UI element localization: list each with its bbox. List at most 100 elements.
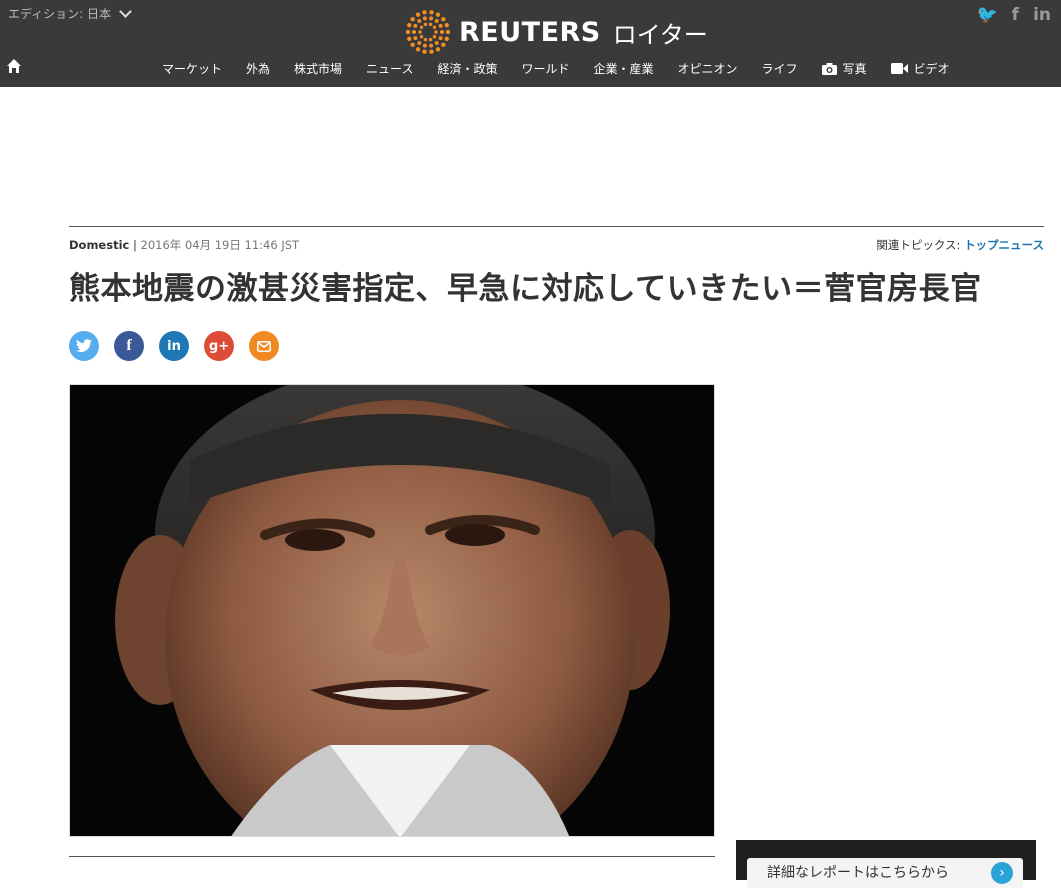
logo-dot [441, 16, 446, 22]
logo-dot [423, 22, 428, 27]
logo-dot [429, 49, 434, 54]
nav-label: ライフ [761, 62, 798, 76]
nav-item-world[interactable]: ワールド [509, 60, 581, 77]
category-link[interactable]: Domestic [69, 238, 129, 252]
share-linkedin-button[interactable]: in [159, 331, 189, 361]
logo-dot [415, 47, 421, 52]
reuters-logo[interactable]: REUTERS ロイター [405, 9, 708, 55]
twitter-icon[interactable]: 🐦 [976, 5, 997, 25]
article-headline: 熊本地震の激甚災害指定、早急に対応していきたい＝菅官房長官 [69, 271, 982, 307]
logo-dot [429, 43, 434, 48]
nav-label: オピニオン [677, 62, 738, 76]
nav-label: ビデオ [913, 62, 950, 76]
nav-item-companies[interactable]: 企業・産業 [581, 60, 665, 77]
logo-dot [428, 37, 433, 42]
nav-label: 企業・産業 [593, 62, 654, 76]
sidebar-ad[interactable]: 詳細なレポートはこちらから › [736, 840, 1036, 888]
share-facebook-button[interactable]: f [114, 331, 144, 361]
logo-dot [422, 43, 427, 48]
logo-dot [429, 10, 434, 15]
topics-link[interactable]: トップニュース [964, 238, 1044, 252]
brand-name: REUTERS [459, 16, 601, 48]
nav-item-opinion[interactable]: オピニオン [666, 60, 750, 77]
article-body-rule [69, 856, 715, 857]
logo-dot [434, 40, 439, 45]
logo-dot [438, 36, 443, 41]
ad-cta-text: 詳細なレポートはこちらから [767, 865, 949, 881]
nav-label: 株式市場 [294, 62, 343, 76]
nav-item-stocks[interactable]: 株式市場 [282, 60, 354, 77]
camera-icon [821, 62, 837, 75]
share-email-button[interactable] [249, 331, 279, 361]
nav-item-forex[interactable]: 外為 [234, 60, 282, 77]
header-social-links: 🐦 f in [976, 5, 1051, 25]
nav-label: 外為 [246, 62, 271, 76]
logo-dot [415, 12, 421, 17]
nav-item-photos[interactable]: 写真 [810, 60, 879, 77]
meta-separator: | [133, 238, 137, 252]
logo-dot [413, 23, 418, 28]
logo-dot [440, 30, 444, 34]
logo-dot [407, 36, 412, 42]
article-top-rule [69, 226, 1044, 227]
main-nav: マーケット 外為 株式市場 ニュース 経済・政策 ワールド 企業・産業 オピニオ… [150, 60, 962, 77]
edition-label: エディション: 日本 [8, 7, 112, 21]
related-topics: 関連トピックス: トップニュース [876, 237, 1044, 253]
logo-dot [412, 30, 416, 34]
logo-dot [413, 36, 418, 41]
nav-item-life[interactable]: ライフ [750, 60, 810, 77]
logo-dot [419, 35, 424, 39]
twitter-icon [76, 339, 92, 353]
logo-dot [417, 19, 422, 24]
logo-dot [410, 16, 415, 22]
nav-item-news[interactable]: ニュース [354, 60, 425, 77]
googleplus-icon: g+ [208, 338, 230, 354]
nav-item-video[interactable]: ビデオ [879, 60, 962, 77]
logo-dot [438, 23, 443, 28]
share-twitter-button[interactable] [69, 331, 99, 361]
logo-dot [434, 19, 439, 24]
logo-dot [418, 30, 422, 34]
logo-dot [434, 30, 438, 34]
logo-dot [428, 22, 433, 27]
logo-dot [422, 16, 427, 21]
logo-dot [435, 47, 441, 52]
nav-label: ニュース [366, 62, 414, 76]
logo-dot [432, 25, 437, 29]
article-meta: Domestic | 2016年 04月 19日 11:46 JST [69, 237, 299, 253]
logo-dot [407, 22, 412, 28]
home-icon[interactable] [6, 58, 22, 74]
logo-dot [432, 35, 437, 39]
linkedin-icon: in [167, 338, 181, 354]
article-date: 2016年 04月 19日 11:46 JST [140, 238, 300, 252]
nav-item-economy[interactable]: 経済・政策 [425, 60, 509, 77]
share-googleplus-button[interactable]: g+ [204, 331, 234, 361]
top-header: エディション: 日本 REUTERS ロイター 🐦 f in マーケット 外為 … [0, 0, 1061, 87]
chevron-down-icon [119, 5, 132, 18]
nav-label: ワールド [521, 62, 570, 76]
brand-name-jp: ロイター [612, 20, 708, 49]
linkedin-icon[interactable]: in [1033, 5, 1051, 25]
logo-dot [444, 36, 449, 42]
logo-dot [423, 37, 428, 42]
arrow-right-icon: › [991, 862, 1013, 884]
logo-dot [444, 22, 449, 28]
nav-item-market[interactable]: マーケット [150, 60, 234, 77]
logo-dot [445, 29, 451, 35]
edition-selector[interactable]: エディション: 日本 [8, 5, 132, 22]
facebook-icon[interactable]: f [1012, 5, 1019, 25]
logo-dot [429, 16, 434, 21]
logo-dot [441, 42, 446, 48]
reuters-dot-logo-icon [405, 10, 451, 54]
logo-dot [422, 10, 427, 15]
share-buttons: f in g+ [69, 331, 279, 361]
article-photo[interactable] [69, 384, 715, 837]
logo-dot [435, 12, 441, 17]
nav-label: マーケット [162, 62, 223, 76]
video-icon [890, 63, 908, 74]
logo-dot [410, 42, 415, 48]
logo-dot [405, 29, 411, 35]
topics-label: 関連トピックス: [876, 238, 961, 252]
logo-dot [419, 25, 424, 29]
ad-cta-button[interactable]: 詳細なレポートはこちらから › [747, 858, 1023, 888]
